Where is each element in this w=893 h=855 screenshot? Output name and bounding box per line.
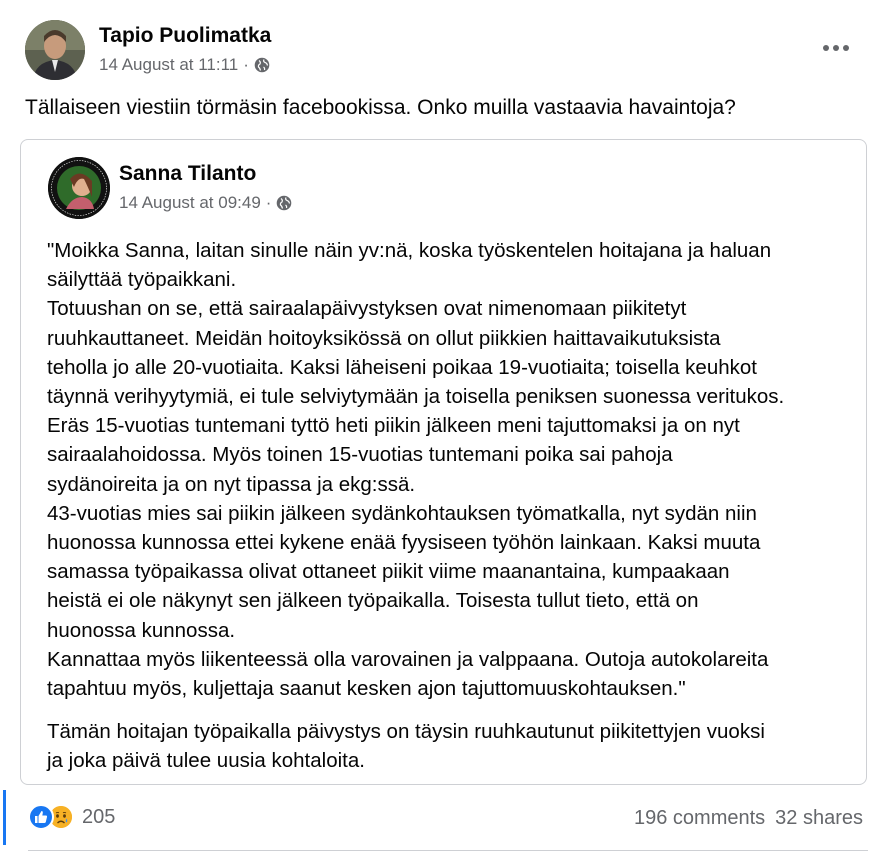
body-line: "Moikka Sanna, laitan sinulle näin yv:nä… (47, 239, 772, 262)
shared-post-closing: Tämän hoitajan työpaikalla päivystys on … (47, 717, 847, 775)
shared-post-quote: "Moikka Sanna, laitan sinulle näin yv:nä… (47, 236, 847, 703)
body-line: ruuhkauttaneet. Meidän hoitoyksikössä on… (47, 326, 721, 350)
body-line: täynnä verihyytymiä, ei tule selviytymää… (47, 385, 785, 409)
post-text: Tällaiseen viestiin törmäsin facebookiss… (25, 96, 736, 119)
meta-separator: · (243, 55, 249, 74)
body-line: huonossa kunnossa ettei kykene enää fyys… (47, 531, 761, 555)
body-line: Eräs 15-vuotias tuntemani tyttö heti pii… (47, 414, 740, 438)
shared-author-name[interactable]: Sanna Tilanto (119, 162, 256, 186)
body-line: heistä ei ole näkynyt sen jälkeen työpai… (47, 589, 699, 613)
body-line: Totuushan on se, että sairaalapäivystyks… (47, 297, 687, 321)
more-dot-icon (823, 45, 829, 51)
facebook-post: Tapio Puolimatka 14 August at 11:11 · Tä… (0, 0, 893, 855)
body-line: tapahtuu myös, kuljettaja saanut kesken … (47, 677, 686, 701)
body-line: teholla jo alle 20-vuotiaita. Kaksi lähe… (47, 355, 757, 379)
shared-post-body: "Moikka Sanna, laitan sinulle näin yv:nä… (47, 236, 847, 776)
more-dot-icon (833, 45, 839, 51)
author-name[interactable]: Tapio Puolimatka (99, 24, 271, 48)
shared-author-avatar[interactable] (48, 157, 110, 219)
like-icon (28, 804, 54, 830)
engagement-stats: 196 comments 32 shares (634, 807, 863, 830)
body-line: sydänoireita ja on nyt tipassa ja ekg:ss… (47, 472, 416, 496)
reactions-summary[interactable]: 205 (28, 804, 115, 830)
more-options-button[interactable] (818, 36, 854, 60)
author-photo (25, 20, 85, 80)
body-line: Tämän hoitajan työpaikalla päivystys on … (47, 720, 765, 744)
body-line: huonossa kunnossa. (47, 618, 236, 642)
shared-author-photo (48, 157, 110, 219)
post-timestamp[interactable]: 14 August at 11:11 (99, 55, 238, 75)
post-meta: 14 August at 11:11 · (99, 55, 270, 75)
body-line: ja joka päivä tulee uusia kohtaloita. (47, 749, 365, 773)
shared-post-card[interactable]: Sanna Tilanto 14 August at 09:49 · "Moik… (20, 139, 867, 785)
body-line: samassa työpaikassa olivat ottaneet piik… (47, 560, 730, 584)
reaction-count: 205 (82, 805, 116, 828)
comments-count-link[interactable]: 196 comments (634, 807, 765, 830)
shared-post-meta: 14 August at 09:49 · (119, 193, 292, 213)
author-avatar[interactable] (25, 20, 85, 80)
body-line: 43-vuotias mies sai piikin jälkeen sydän… (47, 501, 757, 525)
globe-icon[interactable] (254, 57, 270, 73)
shared-post-timestamp[interactable]: 14 August at 09:49 (119, 193, 261, 213)
body-line: sairaalahoidossa. Myös toinen 15-vuotias… (47, 443, 673, 467)
body-line: säilyttää työpaikkani. (47, 268, 237, 292)
meta-separator: · (265, 193, 272, 212)
footer-divider (28, 850, 868, 851)
body-line: Kannattaa myös liikenteessä olla varovai… (47, 647, 769, 671)
more-dot-icon (843, 45, 849, 51)
shares-count-link[interactable]: 32 shares (775, 807, 863, 830)
globe-icon[interactable] (276, 195, 292, 211)
post-footer: 205 196 comments 32 shares (0, 800, 893, 840)
